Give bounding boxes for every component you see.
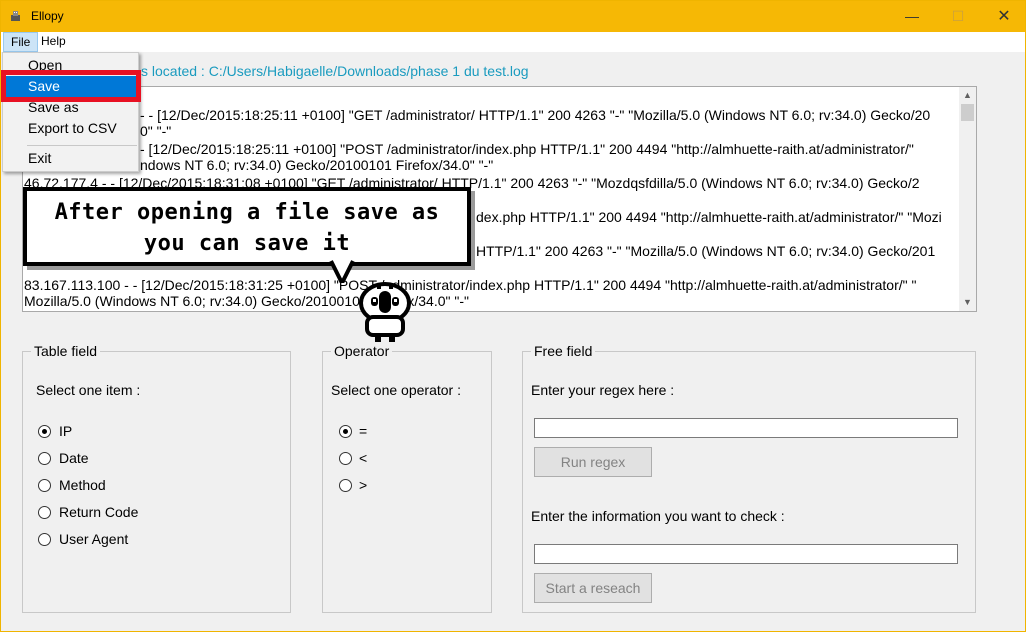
free-field-title: Free field <box>531 343 596 359</box>
radio-less-than[interactable] <box>339 452 352 465</box>
window-title: Ellopy <box>31 9 64 23</box>
log-line: 0" "-" <box>140 123 172 139</box>
radio-method[interactable] <box>38 479 51 492</box>
table-field-title: Table field <box>31 343 101 359</box>
log-line: dex.php HTTP/1.1" 200 4494 "http://almhu… <box>476 209 942 225</box>
app-icon <box>11 11 20 21</box>
vertical-scrollbar[interactable]: ▲ ▼ <box>959 87 976 311</box>
operator-title: Operator <box>331 343 393 359</box>
radio-label-ip[interactable]: IP <box>59 423 72 439</box>
radio-label-equals[interactable]: = <box>359 423 367 439</box>
radio-greater-than[interactable] <box>339 479 352 492</box>
scroll-up-arrow-icon[interactable]: ▲ <box>959 87 976 104</box>
log-line: 83.167.113.100 - - [12/Dec/2015:18:31:25… <box>24 277 917 293</box>
radio-label-date[interactable]: Date <box>59 450 89 466</box>
run-regex-button[interactable]: Run regex <box>534 447 652 477</box>
radio-label-user-agent[interactable]: User Agent <box>59 531 128 547</box>
scroll-down-arrow-icon[interactable]: ▼ <box>959 294 976 311</box>
menu-separator <box>27 145 137 146</box>
log-line: - - [12/Dec/2015:18:25:11 +0100] "GET /a… <box>140 107 931 123</box>
radio-return-code[interactable] <box>38 506 51 519</box>
close-button[interactable]: ✕ <box>981 1 1026 32</box>
file-path-label: s located : C:/Users/Habigaelle/Download… <box>141 63 529 79</box>
save-highlight-box <box>1 70 141 102</box>
table-field-group: Table field Select one item : IP Date Me… <box>22 343 291 613</box>
check-prompt: Enter the information you want to check … <box>531 508 785 524</box>
menu-help[interactable]: Help <box>34 32 73 52</box>
minimize-button[interactable]: — <box>889 1 935 32</box>
tooltip-tail-icon <box>329 259 355 283</box>
maximize-button[interactable]: ☐ <box>935 1 981 32</box>
radio-label-greater-than[interactable]: > <box>359 477 367 493</box>
regex-input[interactable] <box>534 418 958 438</box>
radio-equals[interactable] <box>339 425 352 438</box>
radio-date[interactable] <box>38 452 51 465</box>
tooltip-bubble: After opening a file save as you can sav… <box>23 187 471 266</box>
scroll-thumb[interactable] <box>961 104 974 121</box>
tooltip-line-1: After opening a file save as <box>54 200 440 225</box>
table-field-prompt: Select one item : <box>36 382 141 398</box>
log-line: - [12/Dec/2015:18:25:11 +0100] "POST /ad… <box>140 141 914 157</box>
radio-label-method[interactable]: Method <box>59 477 106 493</box>
log-line: HTTP/1.1" 200 4263 "-" "Mozilla/5.0 (Win… <box>476 243 936 259</box>
operator-group: Operator Select one operator : = < > <box>322 343 492 613</box>
log-line: ndows NT 6.0; rv:34.0) Gecko/20100101 Fi… <box>140 157 494 173</box>
menu-item-exit[interactable]: Exit <box>4 148 137 169</box>
menu-bar: File Help <box>1 32 1025 52</box>
menu-item-export-csv[interactable]: Export to CSV <box>4 118 137 139</box>
operator-prompt: Select one operator : <box>331 382 461 398</box>
radio-label-return-code[interactable]: Return Code <box>59 504 138 520</box>
tooltip-text: After opening a file save as you can sav… <box>27 197 467 259</box>
mascot-robot-icon <box>359 282 411 342</box>
radio-user-agent[interactable] <box>38 533 51 546</box>
radio-ip[interactable] <box>38 425 51 438</box>
tooltip-line-2: you can save it <box>143 231 351 256</box>
regex-prompt: Enter your regex here : <box>531 382 675 398</box>
title-bar[interactable]: Ellopy — ☐ ✕ <box>1 1 1025 32</box>
start-research-button[interactable]: Start a reseach <box>534 573 652 603</box>
check-input[interactable] <box>534 544 958 564</box>
app-window: Ellopy — ☐ ✕ File Help s located : C:/Us… <box>0 0 1026 632</box>
free-field-group: Free field Enter your regex here : Run r… <box>522 343 976 613</box>
radio-label-less-than[interactable]: < <box>359 450 367 466</box>
